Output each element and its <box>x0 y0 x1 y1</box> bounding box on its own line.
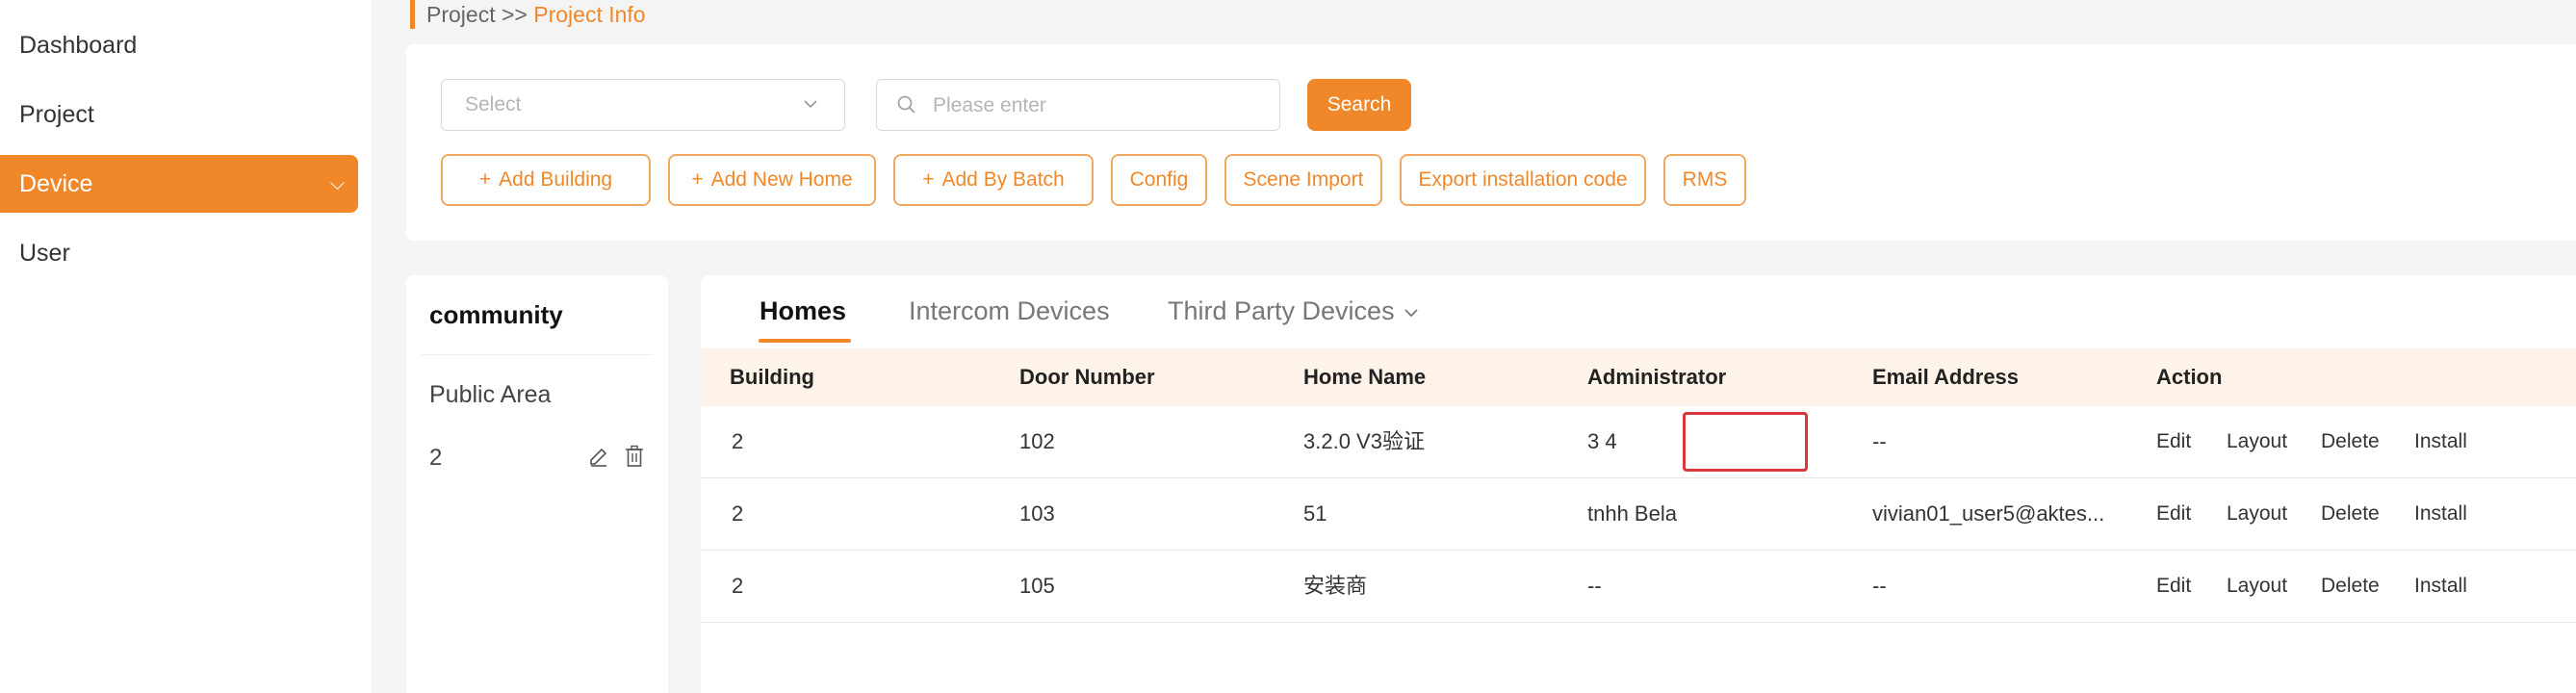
breadcrumb-parent[interactable]: Project <box>426 2 496 27</box>
breadcrumb: Project >> Project Info <box>410 0 646 29</box>
cell-building: 2 <box>732 429 744 453</box>
search-field[interactable] <box>876 79 1280 131</box>
sidebar-item-dashboard[interactable]: Dashboard <box>0 16 358 74</box>
add-building-button[interactable]: + Add Building <box>441 154 651 206</box>
search-input[interactable] <box>931 86 1262 126</box>
tab-intercom-devices[interactable]: Intercom Devices <box>909 296 1110 326</box>
sidebar-item-user[interactable]: User <box>0 224 358 282</box>
cell-door-number: 105 <box>1019 574 1055 598</box>
cell-administrator: 3 4 <box>1587 429 1617 453</box>
table-row: 2 105 安装商 -- -- Edit Layout Delete Insta… <box>701 551 2576 623</box>
cell-home-name: 安装商 <box>1303 574 1368 598</box>
cell-building: 2 <box>732 574 744 598</box>
column-header-building: Building <box>730 365 814 389</box>
install-link[interactable]: Install <box>2414 478 2467 550</box>
install-link[interactable]: Install <box>2414 551 2467 622</box>
edit-link[interactable]: Edit <box>2156 551 2191 622</box>
cell-door-number: 103 <box>1019 501 1055 526</box>
chevron-down-icon <box>1402 296 1421 325</box>
install-highlight-box <box>1683 412 1808 472</box>
divider <box>422 354 653 355</box>
sidebar-item-label: Device <box>19 170 93 197</box>
delete-link[interactable]: Delete <box>2321 406 2380 477</box>
community-building-item[interactable]: 2 <box>429 445 442 472</box>
table-header: Building Door Number Home Name Administr… <box>701 348 2576 406</box>
button-label: Add New Home <box>710 168 853 191</box>
plus-icon: + <box>922 168 935 191</box>
cell-building: 2 <box>732 501 744 526</box>
table-row: 2 103 51 tnhh Bela vivian01_user5@aktes.… <box>701 478 2576 551</box>
column-header-door-number: Door Number <box>1019 365 1155 389</box>
add-new-home-button[interactable]: + Add New Home <box>668 154 876 206</box>
edit-link[interactable]: Edit <box>2156 478 2191 550</box>
scene-import-button[interactable]: Scene Import <box>1224 154 1382 206</box>
layout-link[interactable]: Layout <box>2227 478 2287 550</box>
button-label: Config <box>1129 168 1189 191</box>
edit-icon[interactable] <box>587 445 610 468</box>
community-panel: community Public Area 2 <box>406 275 668 693</box>
building-select[interactable]: Select <box>441 79 845 131</box>
breadcrumb-current: Project Info <box>533 2 646 27</box>
plus-icon: + <box>478 168 492 191</box>
install-link[interactable]: Install <box>2414 406 2467 477</box>
button-label: RMS <box>1682 168 1728 191</box>
column-header-home-name: Home Name <box>1303 365 1427 389</box>
homes-panel: Homes Intercom Devices Third Party Devic… <box>701 275 2576 693</box>
delete-link[interactable]: Delete <box>2321 551 2380 622</box>
breadcrumb-separator: >> <box>501 2 528 27</box>
sidebar-item-project[interactable]: Project <box>0 86 358 143</box>
community-title: community <box>429 300 563 329</box>
sidebar-item-label: Project <box>19 101 94 128</box>
column-header-email: Email Address <box>1872 365 2020 389</box>
button-label: Scene Import <box>1243 168 1364 191</box>
export-installation-code-button[interactable]: Export installation code <box>1400 154 1646 206</box>
button-label: Add Building <box>499 168 613 191</box>
community-public-area[interactable]: Public Area <box>429 381 551 409</box>
button-label: Export installation code <box>1418 168 1628 191</box>
cell-administrator: tnhh Bela <box>1587 501 1677 526</box>
config-button[interactable]: Config <box>1111 154 1207 206</box>
trash-icon[interactable] <box>624 445 645 468</box>
sidebar: Dashboard Project Device ⌵ User <box>0 0 372 693</box>
tab-homes[interactable]: Homes <box>760 296 846 326</box>
filter-panel: Select Search + Add Building + Add New Hom… <box>406 44 2576 241</box>
column-header-administrator: Administrator <box>1587 365 1727 389</box>
cell-door-number: 102 <box>1019 429 1055 453</box>
delete-link[interactable]: Delete <box>2321 478 2380 550</box>
active-tab-indicator <box>759 339 851 343</box>
layout-link[interactable]: Layout <box>2227 406 2287 477</box>
column-header-action: Action <box>2156 365 2223 389</box>
cell-administrator: -- <box>1587 574 1602 598</box>
add-by-batch-button[interactable]: + Add By Batch <box>893 154 1094 206</box>
button-label: Add By Batch <box>941 168 1065 191</box>
rms-button[interactable]: RMS <box>1663 154 1746 206</box>
table-row: 2 102 3.2.0 V3验证 3 4 -- Edit Layout Dele… <box>701 406 2576 478</box>
edit-link[interactable]: Edit <box>2156 406 2191 477</box>
select-placeholder: Select <box>465 93 522 116</box>
tab-label: Third Party Devices <box>1168 296 1395 325</box>
cell-email: -- <box>1872 574 1887 598</box>
search-icon <box>897 95 915 114</box>
sidebar-item-label: Dashboard <box>19 32 138 59</box>
chevron-down-icon <box>802 80 819 149</box>
layout-link[interactable]: Layout <box>2227 551 2287 622</box>
plus-icon: + <box>691 168 704 191</box>
sidebar-item-label: User <box>19 240 70 267</box>
cell-home-name: 3.2.0 V3验证 <box>1303 429 1425 453</box>
sidebar-item-device[interactable]: Device ⌵ <box>0 155 358 213</box>
chevron-down-icon: ⌵ <box>329 173 345 194</box>
cell-home-name: 51 <box>1303 501 1327 526</box>
cell-email: vivian01_user5@aktes... <box>1872 501 2105 526</box>
tab-third-party-devices[interactable]: Third Party Devices <box>1168 296 1421 326</box>
search-button[interactable]: Search <box>1307 79 1411 131</box>
cell-email: -- <box>1872 429 1887 453</box>
